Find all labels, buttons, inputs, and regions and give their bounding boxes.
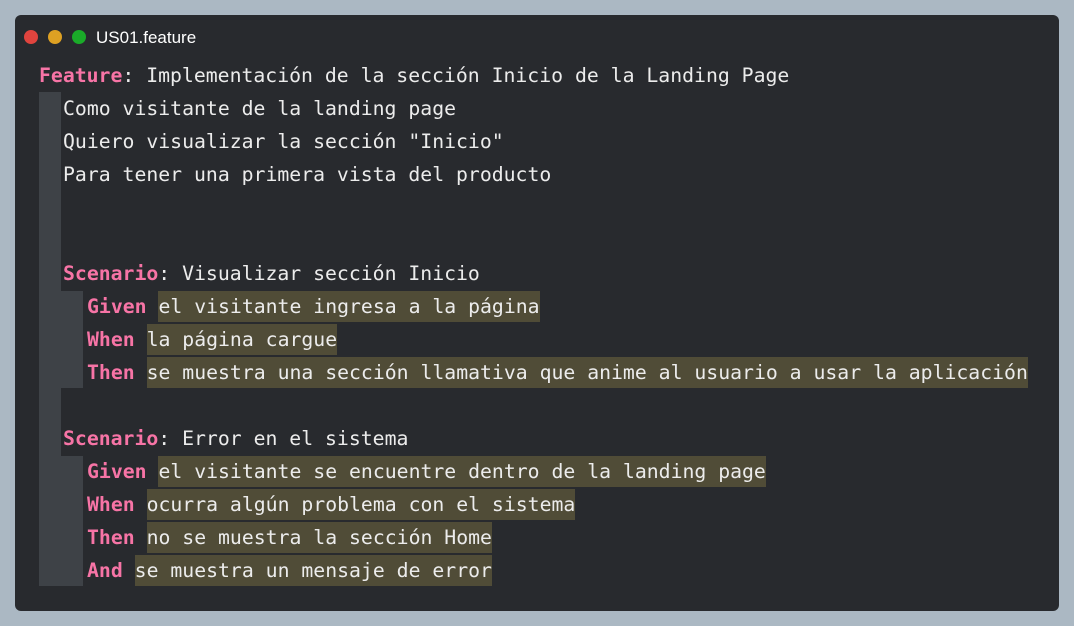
description-line: Quiero visualizar la sección "Inicio" xyxy=(63,130,504,153)
step-text: el visitante se encuentre dentro de la l… xyxy=(158,456,766,487)
step-line: Given el visitante ingresa a la página xyxy=(87,290,540,323)
scenario-keyword: Scenario xyxy=(63,262,159,285)
step-line: When la página cargue xyxy=(87,323,338,356)
step-keyword: When xyxy=(87,328,135,351)
step-text: se muestra un mensaje de error xyxy=(134,555,492,586)
step-keyword: And xyxy=(87,559,123,582)
code-window: US01.feature Feature: Implementación de … xyxy=(15,15,1059,611)
step-keyword: Then xyxy=(87,526,135,549)
step-text: la página cargue xyxy=(146,324,338,355)
description-line: Para tener una primera vista del product… xyxy=(63,163,552,186)
scenario-line: Scenario: Visualizar sección Inicio xyxy=(63,262,480,285)
scenario-keyword: Scenario xyxy=(63,427,159,450)
feature-keyword: Feature xyxy=(39,64,123,87)
description-line: Como visitante de la landing page xyxy=(63,97,457,120)
step-keyword: Given xyxy=(87,295,147,318)
step-line: When ocurra algún problema con el sistem… xyxy=(87,488,576,521)
scenario-line: Scenario: Error en el sistema xyxy=(63,427,409,450)
step-keyword: When xyxy=(87,493,135,516)
scenario-title: Visualizar sección Inicio xyxy=(182,262,480,285)
step-line: Given el visitante se encuentre dentro d… xyxy=(87,455,766,488)
step-line: Then se muestra una sección llamativa qu… xyxy=(87,356,1028,389)
indent-guide-scenario-2 xyxy=(61,456,83,586)
step-text: ocurra algún problema con el sistema xyxy=(146,489,576,520)
scenario-title: Error en el sistema xyxy=(182,427,409,450)
step-text: el visitante ingresa a la página xyxy=(158,291,540,322)
step-line: Then no se muestra la sección Home xyxy=(87,521,492,554)
indent-guide-feature xyxy=(39,92,61,586)
step-keyword: Then xyxy=(87,361,135,384)
indent-guide-scenario-1 xyxy=(61,291,83,388)
code-content: Feature: Implementación de la sección In… xyxy=(15,15,1059,611)
step-text: no se muestra la sección Home xyxy=(146,522,492,553)
feature-line: Feature: Implementación de la sección In… xyxy=(39,64,790,87)
feature-title: Implementación de la sección Inicio de l… xyxy=(146,64,790,87)
step-text: se muestra una sección llamativa que ani… xyxy=(146,357,1028,388)
step-keyword: Given xyxy=(87,460,147,483)
step-line: And se muestra un mensaje de error xyxy=(87,554,492,587)
